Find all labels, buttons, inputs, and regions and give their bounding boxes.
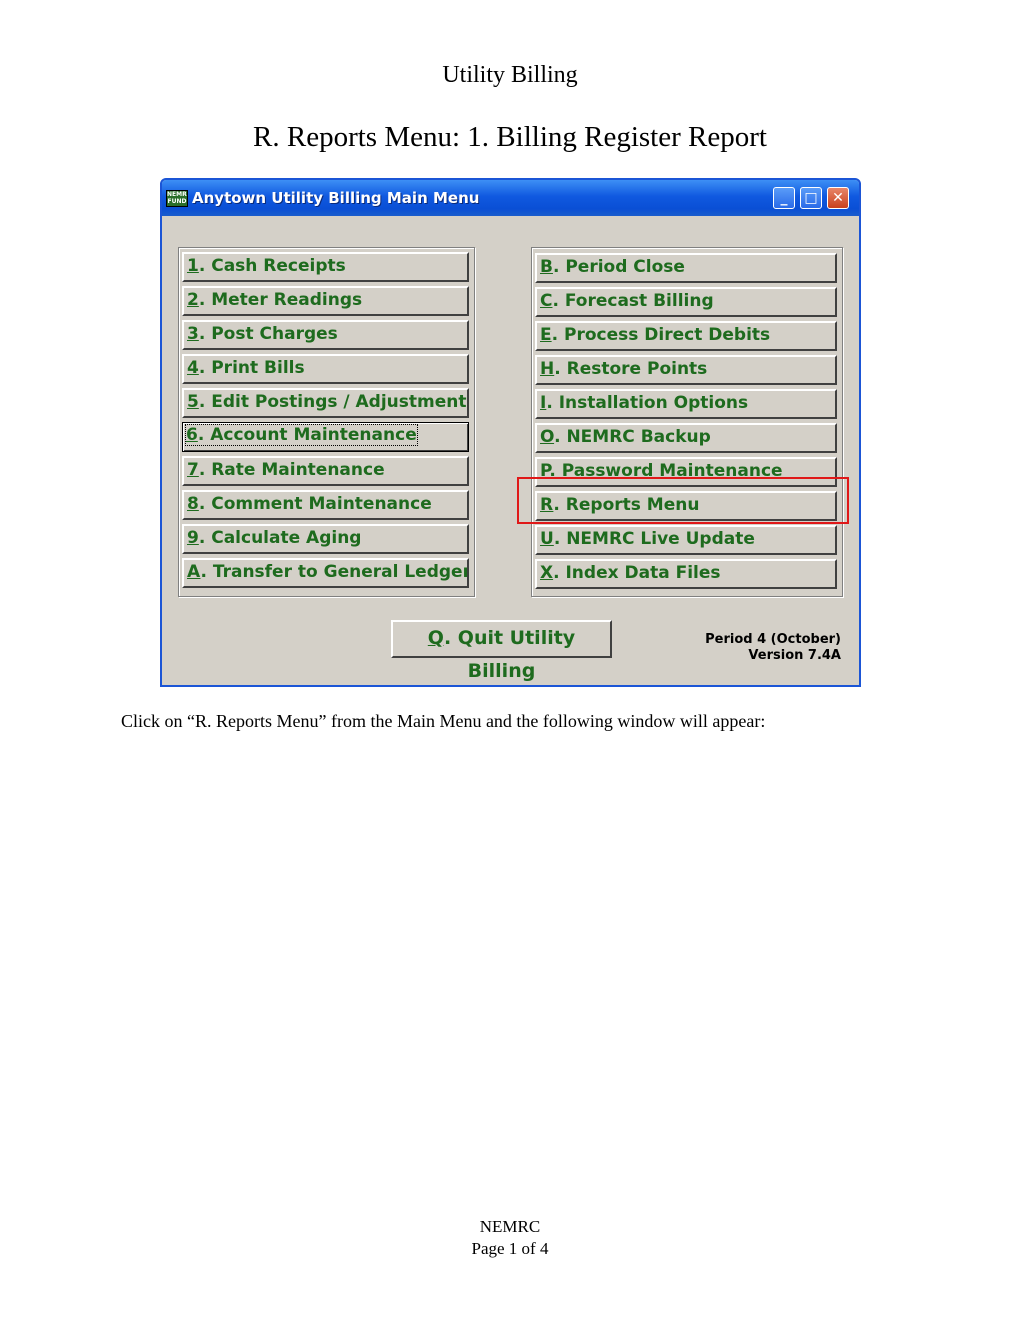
document-title: Utility Billing	[442, 62, 578, 88]
period-status: Period 4 (October)	[705, 632, 841, 647]
menu-button-period-close[interactable]: B. Period Close	[535, 253, 837, 283]
close-button[interactable]: ✕	[827, 187, 849, 209]
right-menu-group: B. Period Close C. Forecast Billing E. P…	[531, 247, 843, 597]
menu-button-forecast-billing[interactable]: C. Forecast Billing	[535, 287, 837, 317]
version-status: Version 7.4A	[748, 648, 841, 663]
menu-button-installation-options[interactable]: I. Installation Options	[535, 389, 837, 419]
menu-button-edit-postings[interactable]: 5. Edit Postings / Adjustments	[182, 388, 469, 418]
menu-button-cash-receipts[interactable]: 1. Cash Receipts	[182, 252, 469, 282]
menu-button-nemrc-live-update[interactable]: U. NEMRC Live Update	[535, 525, 837, 555]
document-subtitle: R. Reports Menu: 1. Billing Register Rep…	[253, 121, 767, 153]
quit-utility-billing-button[interactable]: Q. Quit Utility Billing	[391, 620, 612, 682]
window-title: Anytown Utility Billing Main Menu	[192, 189, 480, 207]
window-titlebar[interactable]: NEMRCFUND Anytown Utility Billing Main M…	[162, 180, 859, 216]
menu-button-rate-maintenance[interactable]: 7. Rate Maintenance	[182, 456, 469, 486]
menu-button-nemrc-backup[interactable]: O. NEMRC Backup	[535, 423, 837, 453]
maximize-button[interactable]: □	[800, 187, 822, 209]
menu-button-meter-readings[interactable]: 2. Meter Readings	[182, 286, 469, 316]
menu-button-comment-maintenance[interactable]: 8. Comment Maintenance	[182, 490, 469, 520]
nemrc-fund-logo-icon: NEMRCFUND	[166, 190, 188, 207]
footer-page-number: Page 1 of 4	[471, 1239, 549, 1258]
minimize-button[interactable]: _	[773, 187, 795, 209]
instruction-text: Click on “R. Reports Menu” from the Main…	[121, 711, 766, 731]
main-menu-window: NEMRCFUND Anytown Utility Billing Main M…	[160, 178, 861, 687]
left-menu-group: 1. Cash Receipts 2. Meter Readings 3. Po…	[178, 247, 475, 597]
menu-button-transfer-gl[interactable]: A. Transfer to General Ledger	[182, 558, 469, 588]
menu-button-index-data-files[interactable]: X. Index Data Files	[535, 559, 837, 589]
menu-button-print-bills[interactable]: 4. Print Bills	[182, 354, 469, 384]
menu-button-calculate-aging[interactable]: 9. Calculate Aging	[182, 524, 469, 554]
footer-organization: NEMRC	[479, 1217, 541, 1236]
menu-button-restore-points[interactable]: H. Restore Points	[535, 355, 837, 385]
reports-menu-highlight	[517, 477, 849, 524]
menu-button-account-maintenance[interactable]: 6. Account Maintenance	[182, 422, 469, 452]
menu-button-post-charges[interactable]: 3. Post Charges	[182, 320, 469, 350]
menu-button-process-direct-debits[interactable]: E. Process Direct Debits	[535, 321, 837, 351]
